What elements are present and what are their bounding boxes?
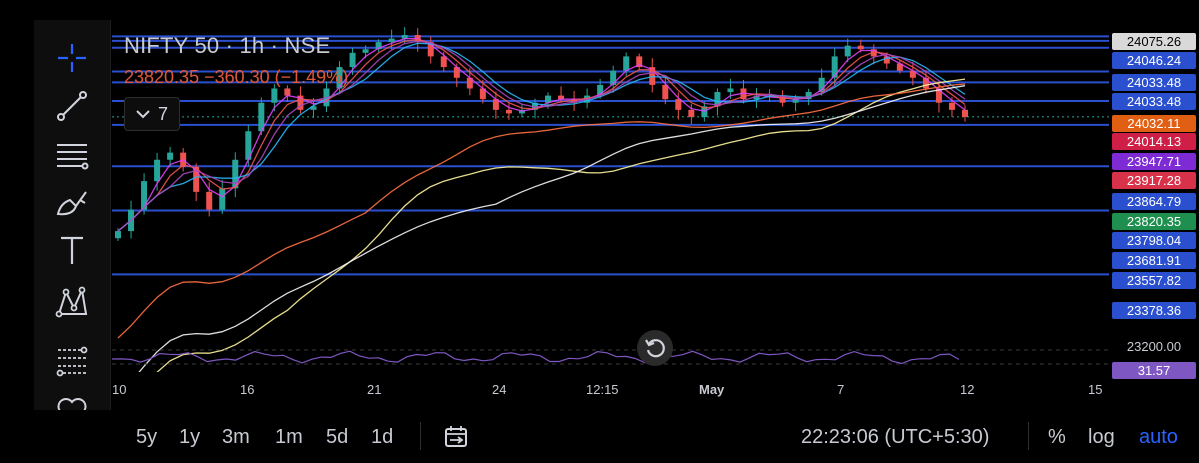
candle-body <box>284 88 291 96</box>
candle-body <box>167 152 174 160</box>
top-toolbar-strip <box>0 0 1199 14</box>
candle-body <box>662 84 669 100</box>
chevron-down-icon <box>136 110 150 119</box>
time-tick-label: 16 <box>240 382 255 397</box>
candle-body <box>948 102 955 110</box>
time-tick-label: 10 <box>112 382 127 397</box>
price-label: 24032.11 <box>1112 115 1196 132</box>
candle-body <box>388 38 395 43</box>
candle-body <box>505 109 512 114</box>
pattern-tool[interactable] <box>52 282 92 322</box>
drawing-toolbar <box>34 20 111 440</box>
candle-body <box>727 88 734 93</box>
time-tick-label: May <box>699 382 725 397</box>
candle-body <box>440 56 447 68</box>
divider <box>1028 422 1029 450</box>
calendar-range-icon <box>445 426 467 447</box>
time-tick-label: 24 <box>492 382 507 397</box>
range-1d-button[interactable]: 1d <box>371 426 393 449</box>
last-price-change: 23820.35 −360.30 (−1.49%) <box>124 67 349 87</box>
auto-scale-toggle[interactable]: auto <box>1139 426 1178 449</box>
reset-chart-button[interactable] <box>637 330 673 366</box>
price-label: 23820.35 <box>1112 213 1196 230</box>
candle-body <box>962 109 968 117</box>
time-tick-label: 7 <box>837 382 845 397</box>
candle-body <box>688 109 695 117</box>
time-tick-label: 21 <box>367 382 382 397</box>
candle-body <box>362 49 369 53</box>
trendline-icon <box>57 91 87 121</box>
candle-body <box>675 99 682 110</box>
go-to-date-button[interactable] <box>443 424 469 455</box>
price-label: 23917.28 <box>1112 172 1196 189</box>
price-label: 24014.13 <box>1112 133 1196 150</box>
timezone-clock[interactable]: 22:23:06 (UTC+5:30) <box>801 426 989 449</box>
price-label: 23947.71 <box>1112 153 1196 170</box>
range-1y-button[interactable]: 1y <box>179 426 200 449</box>
candle-body <box>349 52 356 68</box>
pattern-icon <box>55 286 88 318</box>
indicators-toggle-button[interactable]: 7 <box>124 97 180 131</box>
price-label: 23864.79 <box>1112 193 1196 210</box>
candle-body <box>623 56 630 71</box>
brush-tool[interactable] <box>52 182 92 222</box>
range-5y-button[interactable]: 5y <box>136 426 157 449</box>
range-1m-button[interactable]: 1m <box>275 426 303 449</box>
candle-body <box>844 45 851 57</box>
indicators-count: 7 <box>157 103 168 124</box>
candle-body <box>610 70 617 85</box>
candle-body <box>219 188 226 210</box>
price-label: 23378.36 <box>1112 302 1196 319</box>
price-label: 23557.82 <box>1112 272 1196 289</box>
bottom-toolbar: 5y 1y 3m 1m 5d 1d 22:23:06 (UTC+5:30) % … <box>0 410 1199 463</box>
measure-tool[interactable] <box>52 340 92 380</box>
time-tick-label: 15 <box>1088 382 1103 397</box>
range-3m-button[interactable]: 3m <box>222 426 250 449</box>
time-axis[interactable]: 10 16 21 24 12:15 May 7 12 15 <box>112 375 1112 405</box>
candle-body <box>857 45 864 50</box>
price-label: 23200.00 <box>1126 339 1182 354</box>
measure-icon <box>56 346 88 377</box>
price-scale[interactable]: 24075.26 24046.24 24033.48 24033.48 24032.11… <box>1111 20 1199 380</box>
crosshair-tool[interactable] <box>52 38 92 78</box>
moving-average-line <box>156 78 966 372</box>
fib-tool[interactable] <box>52 134 92 174</box>
fib-lines-icon <box>57 144 89 170</box>
percent-scale-toggle[interactable]: % <box>1048 426 1066 449</box>
candle-body <box>115 231 121 239</box>
rsi-line <box>112 350 960 365</box>
text-icon <box>61 236 83 264</box>
trendline-tool[interactable] <box>52 86 92 126</box>
divider <box>420 422 421 450</box>
price-label: 24033.48 <box>1112 74 1196 91</box>
time-tick-label: 12:15 <box>586 382 619 397</box>
price-label: 31.57 <box>1112 362 1196 379</box>
log-scale-toggle[interactable]: log <box>1088 426 1115 449</box>
candle-body <box>206 191 213 210</box>
crosshair-icon <box>58 44 86 72</box>
candle-body <box>154 159 161 182</box>
price-label: 24075.26 <box>1112 33 1196 50</box>
reset-icon <box>645 339 665 358</box>
text-tool[interactable] <box>52 230 92 270</box>
candle-body <box>271 88 278 103</box>
price-label: 24046.24 <box>1112 52 1196 69</box>
price-label: 23798.04 <box>1112 232 1196 249</box>
price-label: 23681.91 <box>1112 252 1196 269</box>
time-tick-label: 12 <box>960 382 975 397</box>
brush-icon <box>56 191 87 216</box>
range-5d-button[interactable]: 5d <box>326 426 348 449</box>
price-label: 24033.48 <box>1112 93 1196 110</box>
symbol-title[interactable]: NIFTY 50 · 1h · NSE <box>124 33 330 59</box>
moving-average-line <box>138 85 966 372</box>
